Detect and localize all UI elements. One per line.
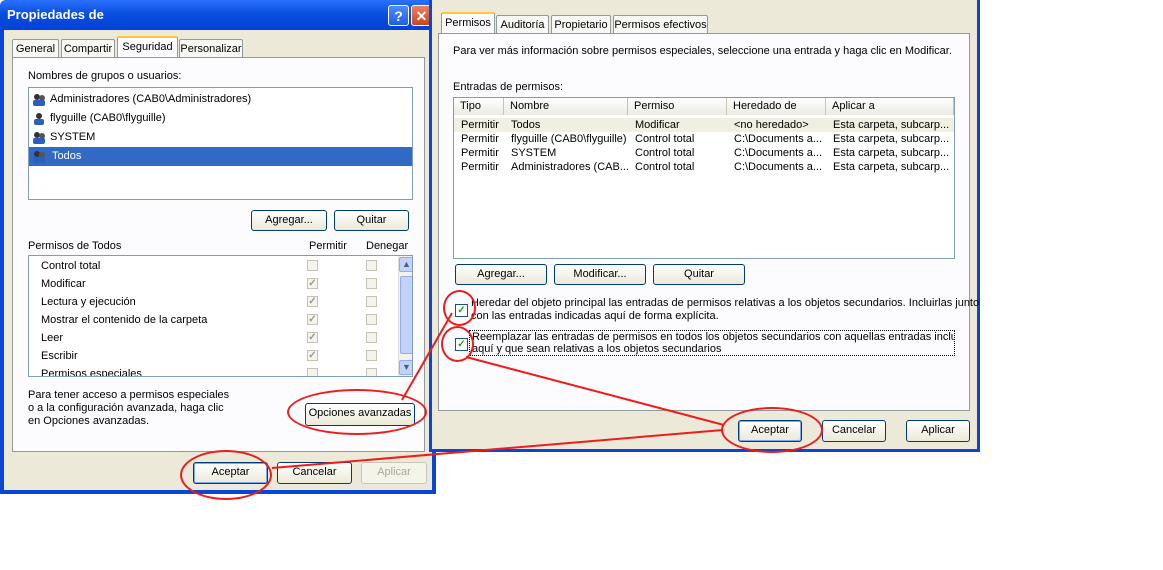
annotation-lines	[271, 312, 725, 469]
